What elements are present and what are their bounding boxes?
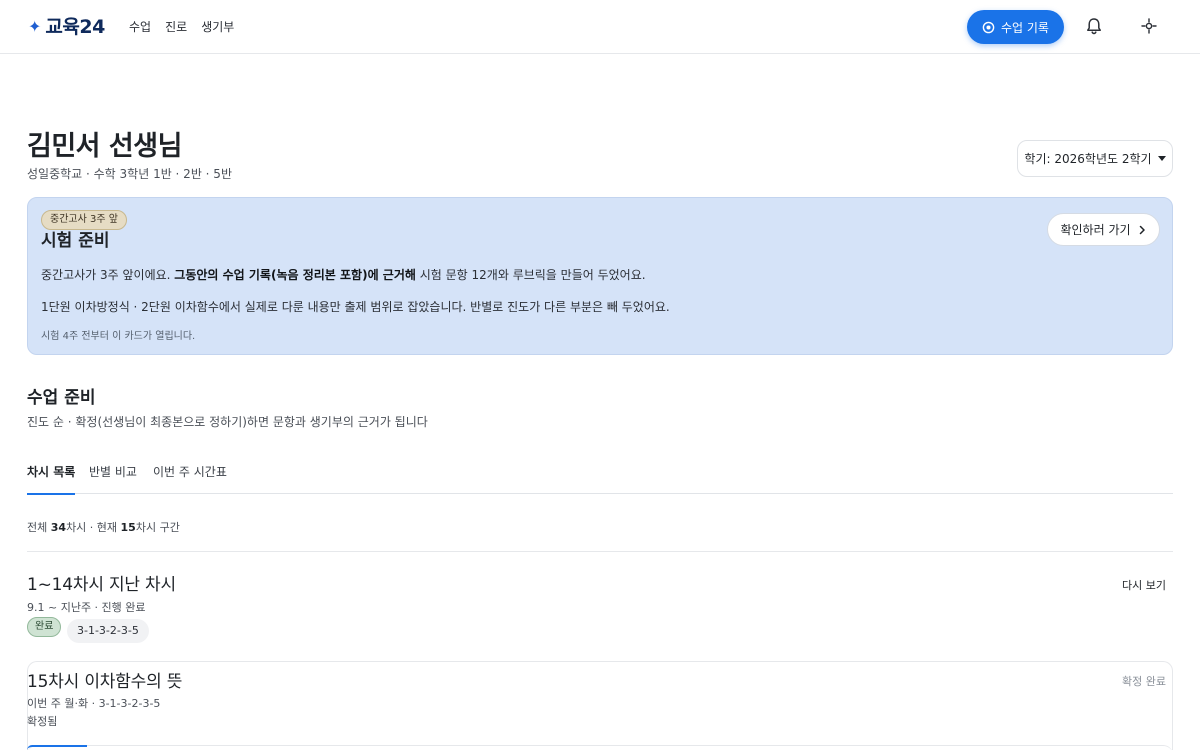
summary-divider — [27, 551, 1173, 552]
tab-lesson-list[interactable]: 차시 목록 — [27, 463, 76, 495]
exam-desc-post: 시험 문항 12개와 루브릭을 만들어 두었어요. — [415, 268, 646, 282]
sequence-chip: 3-1-3-2-3-5 — [67, 619, 149, 643]
go-check-button[interactable]: 확인하러 가기 — [1047, 213, 1160, 246]
app-logo[interactable]: ✦ 교육24 — [28, 14, 105, 40]
summary-total-label: 전체 — [27, 521, 51, 534]
lesson-summary: 전체 34차시 · 현재 15차시 구간 — [27, 520, 180, 536]
summary-current-unit: 차시 구간 — [135, 521, 180, 534]
lesson-tabs: 차시 목록 반별 비교 이번 주 시간표 — [27, 455, 1173, 495]
exam-desc-pre: 중간고사가 3주 앞이에요. — [41, 268, 175, 282]
exam-prep-card: 중간고사 3주 앞 시험 준비 중간고사가 3주 앞이에요. 그동안의 수업 기… — [27, 197, 1173, 355]
review-again-button[interactable]: 다시 보기 — [1122, 578, 1166, 594]
record-icon — [982, 21, 995, 33]
exam-card-title: 시험 준비 — [41, 231, 110, 251]
nav-item-student-record[interactable]: 생기부 — [201, 17, 234, 37]
lesson-meta: 9.1 ~ 지난주 · 진행 완료 — [27, 601, 146, 614]
exam-card-description: 중간고사가 3주 앞이에요. 그동안의 수업 기록(녹음 정리본 포함)에 근거… — [41, 266, 646, 284]
summary-total-unit: 차시 · 현재 — [66, 521, 121, 534]
settings-icon[interactable] — [1140, 17, 1158, 35]
bell-icon[interactable] — [1084, 16, 1104, 36]
logo-text: 교육24 — [45, 16, 105, 38]
sparkle-icon: ✦ — [28, 17, 42, 36]
term-select[interactable]: 학기: 2026학년도 2학기 — [1017, 140, 1173, 177]
lesson-status: 확정됨 — [27, 715, 58, 728]
exam-card-scope: 1단원 이차방정식 · 2단원 이차함수에서 실제로 다룬 내용만 출제 범위로… — [41, 300, 670, 314]
main-nav: 수업 진로 생기부 — [129, 17, 234, 37]
summary-current: 15 — [120, 521, 136, 534]
lesson-meta: 이번 주 월·화 · 3-1-3-2-3-5 — [27, 697, 161, 710]
nav-item-class[interactable]: 수업 — [129, 17, 151, 37]
go-check-label: 확인하러 가기 — [1060, 223, 1131, 237]
tab-class-compare[interactable]: 반별 비교 — [89, 463, 137, 493]
lesson-title[interactable]: 1~14차시 지난 차시 — [27, 573, 176, 597]
teacher-subtitle: 성일중학교 · 수학 3학년 1반 · 2반 · 5반 — [27, 167, 232, 181]
page-title: 김민서 선생님 — [27, 131, 182, 162]
class-prep-title: 수업 준비 — [27, 388, 96, 408]
caret-down-icon — [1157, 156, 1166, 161]
exam-badge: 중간고사 3주 앞 — [41, 210, 127, 230]
lesson-title[interactable]: 15차시 이차함수의 뜻 — [27, 670, 182, 694]
exam-card-note: 시험 4주 전부터 이 카드가 열립니다. — [41, 331, 196, 342]
nav-item-career[interactable]: 진로 — [165, 17, 187, 37]
class-record-button[interactable]: 수업 기록 — [967, 10, 1064, 44]
class-prep-description: 진도 순 · 확정(선생님이 최종본으로 정하기)하면 문항과 생기부의 근거가… — [27, 415, 428, 429]
confirmed-label: 확정 완료 — [1122, 675, 1166, 688]
term-select-value: 학기: 2026학년도 2학기 — [1024, 152, 1152, 166]
class-record-label: 수업 기록 — [1001, 20, 1049, 35]
exam-desc-bold: 그동안의 수업 기록(녹음 정리본 포함)에 근거해 — [174, 268, 416, 282]
tab-weekly-timetable[interactable]: 이번 주 시간표 — [153, 463, 227, 493]
lesson-card-next — [27, 745, 1173, 750]
summary-total: 34 — [50, 521, 67, 534]
top-navigation-bar: ✦ 교육24 수업 진로 생기부 수업 기록 — [0, 0, 1200, 54]
lesson-card — [27, 661, 1173, 750]
chevron-right-icon — [1139, 225, 1145, 234]
status-badge: 완료 — [27, 617, 62, 637]
